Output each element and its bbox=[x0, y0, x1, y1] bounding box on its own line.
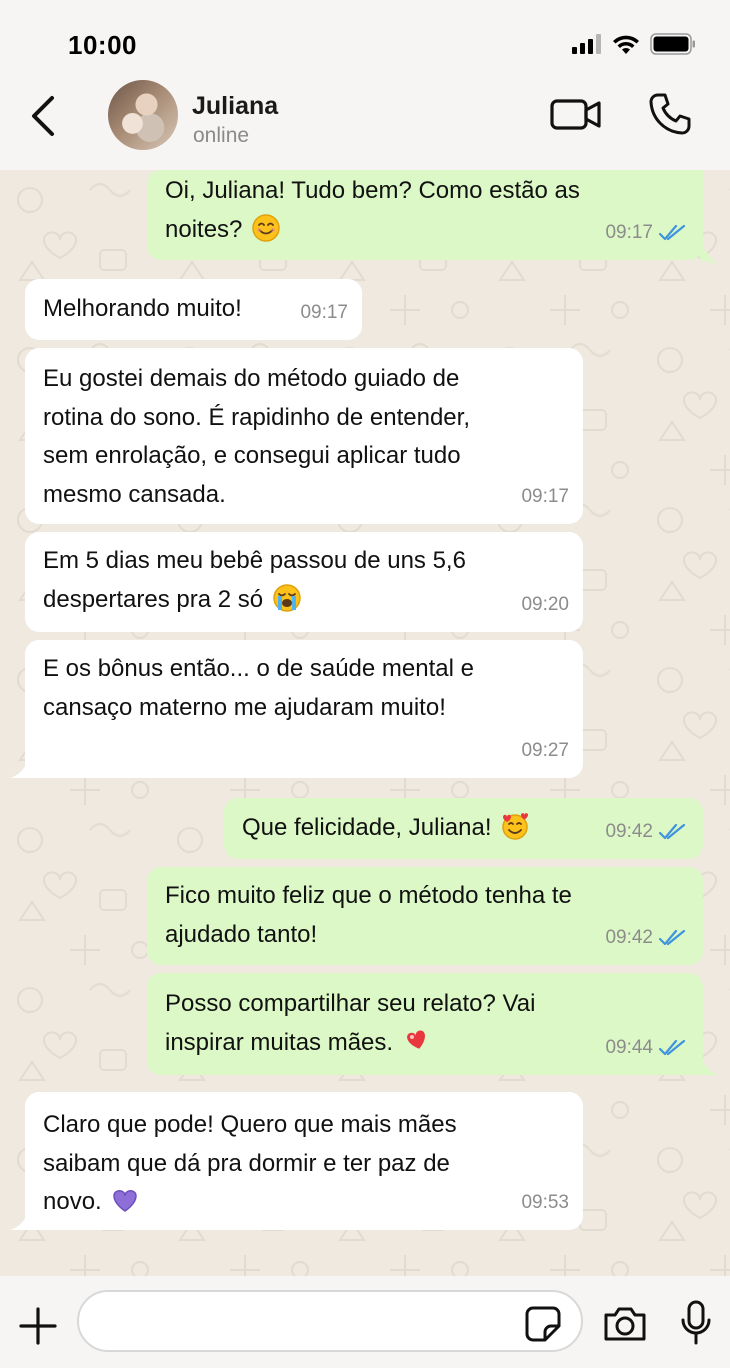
message-time: 09:42 bbox=[605, 926, 653, 948]
message-text: Fico muito feliz que o método tenha te bbox=[165, 882, 572, 909]
camera-icon[interactable] bbox=[602, 1304, 648, 1344]
message-time: 09:27 bbox=[521, 739, 569, 761]
message-time: 09:17 bbox=[521, 485, 569, 507]
message-input-bar bbox=[0, 1276, 730, 1368]
message-meta: 09:53 bbox=[521, 1184, 569, 1223]
message-bubble-outgoing[interactable]: Posso compartilhar seu relato? Vai inspi… bbox=[147, 973, 703, 1075]
message-meta: 09:17 bbox=[605, 214, 689, 253]
message-meta: 09:20 bbox=[521, 586, 569, 625]
contact-status: online bbox=[193, 124, 250, 147]
smiling-face-icon bbox=[252, 213, 280, 242]
message-text: rotina do sono. É rapidinho de entender, bbox=[43, 403, 470, 431]
bubble-tail bbox=[10, 764, 26, 778]
message-text: despertares pra 2 só bbox=[43, 585, 264, 613]
status-bar: 10:00 bbox=[0, 0, 730, 80]
battery-icon bbox=[650, 33, 695, 55]
message-text: noites? bbox=[165, 215, 243, 243]
message-bubble-incoming[interactable]: E os bônus então... o de saúde mental e … bbox=[25, 640, 583, 778]
message-meta: 09:17 bbox=[300, 294, 348, 333]
message-text: Eu gostei demais do método guiado de bbox=[43, 365, 460, 392]
message-text: mesmo cansada. bbox=[43, 480, 226, 508]
wifi-icon bbox=[613, 35, 639, 54]
bubble-tail bbox=[700, 250, 718, 264]
chat-area[interactable]: Oi, Juliana! Tudo bem? Como estão as noi… bbox=[0, 170, 730, 1276]
message-input[interactable] bbox=[103, 1304, 523, 1340]
message-time: 09:17 bbox=[605, 221, 653, 243]
message-bubble-outgoing[interactable]: Que felicidade, Juliana! 09:42 bbox=[224, 798, 703, 859]
sticker-icon[interactable] bbox=[523, 1304, 563, 1344]
message-meta: 09:27 bbox=[521, 732, 569, 771]
message-meta: 09:42 bbox=[605, 813, 689, 852]
message-text: cansaço materno me ajudaram muito! bbox=[43, 693, 446, 721]
chat-header: Juliana online bbox=[0, 80, 730, 170]
message-time: 09:44 bbox=[605, 1036, 653, 1058]
contact-name[interactable]: Juliana bbox=[192, 92, 278, 121]
message-text-line: novo. bbox=[43, 1183, 565, 1222]
read-receipt-icon bbox=[659, 929, 686, 945]
heart-exclamation-icon bbox=[406, 1029, 425, 1049]
message-time: 09:17 bbox=[300, 301, 348, 323]
smiling-face-with-hearts-icon bbox=[502, 813, 529, 840]
message-bubble-incoming[interactable]: Em 5 dias meu bebê passou de uns 5,6 des… bbox=[25, 532, 583, 632]
message-time: 09:20 bbox=[521, 593, 569, 615]
message-text: saibam que dá pra dormir e ter paz de bbox=[43, 1149, 450, 1177]
message-text-line: despertares pra 2 só bbox=[43, 581, 565, 620]
bubble-tail bbox=[10, 1216, 26, 1230]
microphone-icon[interactable] bbox=[680, 1300, 712, 1346]
bubble-tail bbox=[703, 1061, 719, 1075]
message-text: Que felicidade, Juliana! bbox=[242, 814, 492, 841]
message-meta: 09:42 bbox=[605, 919, 689, 958]
purple-heart-icon bbox=[113, 1190, 138, 1212]
message-text: Claro que pode! Quero que mais mães bbox=[43, 1111, 457, 1138]
message-text: novo. bbox=[43, 1188, 102, 1215]
message-time: 09:53 bbox=[521, 1191, 569, 1213]
read-receipt-icon bbox=[659, 224, 686, 240]
back-arrow-icon[interactable] bbox=[26, 94, 62, 138]
read-receipt-icon bbox=[659, 823, 686, 839]
message-bubble-outgoing[interactable]: Fico muito feliz que o método tenha te a… bbox=[147, 867, 703, 965]
avatar[interactable] bbox=[108, 80, 178, 150]
message-text: Em 5 dias meu bebê passou de uns 5,6 bbox=[43, 547, 466, 574]
message-time: 09:42 bbox=[605, 820, 653, 842]
video-call-icon[interactable] bbox=[550, 94, 602, 134]
message-text: inspirar muitas mães. bbox=[165, 1028, 394, 1056]
message-text: Posso compartilhar seu relato? Vai bbox=[165, 990, 536, 1017]
message-text: E os bônus então... o de saúde mental e bbox=[43, 655, 474, 682]
status-time: 10:00 bbox=[68, 30, 137, 60]
message-bubble-incoming[interactable]: Claro que pode! Quero que mais mães saib… bbox=[25, 1092, 583, 1230]
status-icons bbox=[572, 32, 696, 56]
message-field[interactable] bbox=[77, 1290, 583, 1352]
cellular-signal-icon bbox=[572, 34, 601, 54]
message-text: Melhorando muito! bbox=[43, 295, 242, 322]
crying-face-icon bbox=[273, 583, 301, 612]
message-bubble-incoming[interactable]: Melhorando muito! 09:17 bbox=[25, 279, 362, 340]
message-bubble-incoming[interactable]: Eu gostei demais do método guiado de rot… bbox=[25, 348, 583, 524]
plus-icon[interactable] bbox=[18, 1306, 58, 1346]
message-meta: 09:17 bbox=[521, 478, 569, 517]
read-receipt-icon bbox=[659, 1039, 686, 1055]
message-text: Oi, Juliana! Tudo bem? Como estão as bbox=[165, 177, 580, 204]
message-meta: 09:44 bbox=[605, 1029, 689, 1068]
phone-call-icon[interactable] bbox=[648, 92, 692, 136]
message-text: sem enrolação, e consegui aplicar tudo bbox=[43, 442, 461, 469]
message-bubble-outgoing[interactable]: Oi, Juliana! Tudo bem? Como estão as noi… bbox=[147, 170, 703, 260]
